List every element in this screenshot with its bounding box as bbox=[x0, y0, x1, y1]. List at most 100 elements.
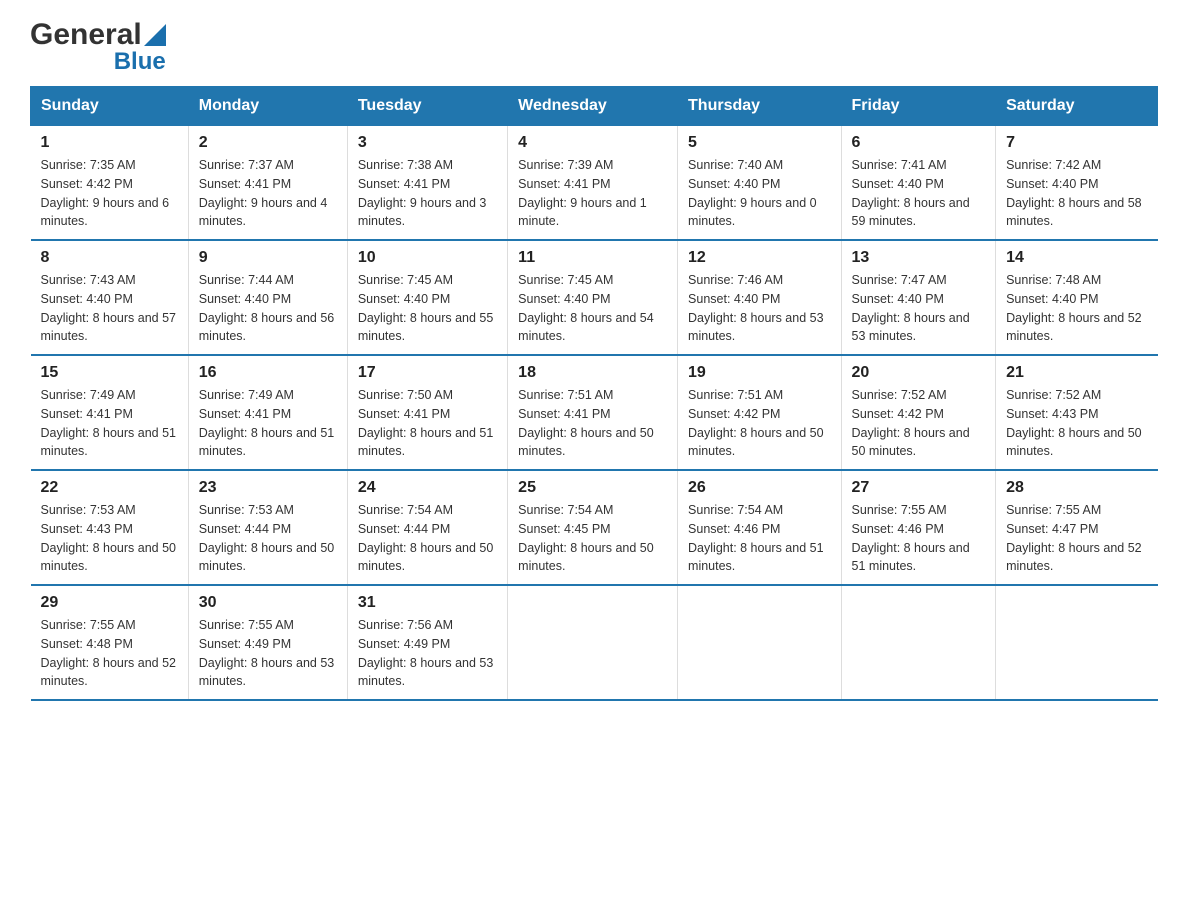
calendar-header-saturday: Saturday bbox=[996, 87, 1158, 126]
day-info: Sunrise: 7:55 AM Sunset: 4:48 PM Dayligh… bbox=[41, 618, 177, 688]
day-number: 25 bbox=[518, 479, 667, 497]
day-number: 10 bbox=[358, 249, 497, 267]
calendar-cell: 21 Sunrise: 7:52 AM Sunset: 4:43 PM Dayl… bbox=[996, 355, 1158, 470]
calendar-cell: 30 Sunrise: 7:55 AM Sunset: 4:49 PM Dayl… bbox=[188, 585, 347, 700]
calendar-cell: 6 Sunrise: 7:41 AM Sunset: 4:40 PM Dayli… bbox=[841, 126, 996, 241]
calendar-cell: 2 Sunrise: 7:37 AM Sunset: 4:41 PM Dayli… bbox=[188, 126, 347, 241]
day-info: Sunrise: 7:37 AM Sunset: 4:41 PM Dayligh… bbox=[199, 158, 328, 228]
calendar-cell: 4 Sunrise: 7:39 AM Sunset: 4:41 PM Dayli… bbox=[508, 126, 678, 241]
calendar-header-friday: Friday bbox=[841, 87, 996, 126]
day-number: 15 bbox=[41, 364, 178, 382]
calendar-header-row: SundayMondayTuesdayWednesdayThursdayFrid… bbox=[31, 87, 1158, 126]
day-number: 16 bbox=[199, 364, 337, 382]
calendar-cell: 16 Sunrise: 7:49 AM Sunset: 4:41 PM Dayl… bbox=[188, 355, 347, 470]
day-info: Sunrise: 7:45 AM Sunset: 4:40 PM Dayligh… bbox=[518, 273, 654, 343]
day-info: Sunrise: 7:43 AM Sunset: 4:40 PM Dayligh… bbox=[41, 273, 177, 343]
calendar-cell: 28 Sunrise: 7:55 AM Sunset: 4:47 PM Dayl… bbox=[996, 470, 1158, 585]
day-number: 31 bbox=[358, 594, 497, 612]
calendar-week-row: 1 Sunrise: 7:35 AM Sunset: 4:42 PM Dayli… bbox=[31, 126, 1158, 241]
calendar-cell bbox=[508, 585, 678, 700]
calendar-cell bbox=[678, 585, 842, 700]
day-number: 30 bbox=[199, 594, 337, 612]
calendar-week-row: 22 Sunrise: 7:53 AM Sunset: 4:43 PM Dayl… bbox=[31, 470, 1158, 585]
calendar-cell: 1 Sunrise: 7:35 AM Sunset: 4:42 PM Dayli… bbox=[31, 126, 189, 241]
day-info: Sunrise: 7:46 AM Sunset: 4:40 PM Dayligh… bbox=[688, 273, 824, 343]
calendar-cell: 8 Sunrise: 7:43 AM Sunset: 4:40 PM Dayli… bbox=[31, 240, 189, 355]
calendar-cell: 29 Sunrise: 7:55 AM Sunset: 4:48 PM Dayl… bbox=[31, 585, 189, 700]
calendar-cell: 3 Sunrise: 7:38 AM Sunset: 4:41 PM Dayli… bbox=[347, 126, 507, 241]
calendar-cell: 22 Sunrise: 7:53 AM Sunset: 4:43 PM Dayl… bbox=[31, 470, 189, 585]
day-number: 21 bbox=[1006, 364, 1147, 382]
day-number: 20 bbox=[852, 364, 986, 382]
day-info: Sunrise: 7:54 AM Sunset: 4:45 PM Dayligh… bbox=[518, 503, 654, 573]
day-info: Sunrise: 7:40 AM Sunset: 4:40 PM Dayligh… bbox=[688, 158, 817, 228]
day-info: Sunrise: 7:52 AM Sunset: 4:43 PM Dayligh… bbox=[1006, 388, 1142, 458]
day-number: 19 bbox=[688, 364, 831, 382]
calendar-cell: 15 Sunrise: 7:49 AM Sunset: 4:41 PM Dayl… bbox=[31, 355, 189, 470]
day-info: Sunrise: 7:48 AM Sunset: 4:40 PM Dayligh… bbox=[1006, 273, 1142, 343]
day-number: 28 bbox=[1006, 479, 1147, 497]
calendar-cell: 24 Sunrise: 7:54 AM Sunset: 4:44 PM Dayl… bbox=[347, 470, 507, 585]
day-number: 7 bbox=[1006, 134, 1147, 152]
day-info: Sunrise: 7:54 AM Sunset: 4:44 PM Dayligh… bbox=[358, 503, 494, 573]
calendar-header-tuesday: Tuesday bbox=[347, 87, 507, 126]
calendar-header-monday: Monday bbox=[188, 87, 347, 126]
day-info: Sunrise: 7:49 AM Sunset: 4:41 PM Dayligh… bbox=[41, 388, 177, 458]
day-number: 29 bbox=[41, 594, 178, 612]
day-info: Sunrise: 7:54 AM Sunset: 4:46 PM Dayligh… bbox=[688, 503, 824, 573]
calendar-cell: 26 Sunrise: 7:54 AM Sunset: 4:46 PM Dayl… bbox=[678, 470, 842, 585]
day-info: Sunrise: 7:47 AM Sunset: 4:40 PM Dayligh… bbox=[852, 273, 970, 343]
day-number: 8 bbox=[41, 249, 178, 267]
calendar-cell: 13 Sunrise: 7:47 AM Sunset: 4:40 PM Dayl… bbox=[841, 240, 996, 355]
day-info: Sunrise: 7:41 AM Sunset: 4:40 PM Dayligh… bbox=[852, 158, 970, 228]
day-number: 18 bbox=[518, 364, 667, 382]
day-number: 14 bbox=[1006, 249, 1147, 267]
calendar-week-row: 8 Sunrise: 7:43 AM Sunset: 4:40 PM Dayli… bbox=[31, 240, 1158, 355]
day-number: 1 bbox=[41, 134, 178, 152]
day-info: Sunrise: 7:49 AM Sunset: 4:41 PM Dayligh… bbox=[199, 388, 335, 458]
calendar-cell: 20 Sunrise: 7:52 AM Sunset: 4:42 PM Dayl… bbox=[841, 355, 996, 470]
day-number: 27 bbox=[852, 479, 986, 497]
calendar-cell: 18 Sunrise: 7:51 AM Sunset: 4:41 PM Dayl… bbox=[508, 355, 678, 470]
day-number: 11 bbox=[518, 249, 667, 267]
day-info: Sunrise: 7:51 AM Sunset: 4:42 PM Dayligh… bbox=[688, 388, 824, 458]
calendar-cell: 14 Sunrise: 7:48 AM Sunset: 4:40 PM Dayl… bbox=[996, 240, 1158, 355]
day-number: 4 bbox=[518, 134, 667, 152]
calendar-cell: 12 Sunrise: 7:46 AM Sunset: 4:40 PM Dayl… bbox=[678, 240, 842, 355]
calendar-cell: 5 Sunrise: 7:40 AM Sunset: 4:40 PM Dayli… bbox=[678, 126, 842, 241]
day-info: Sunrise: 7:44 AM Sunset: 4:40 PM Dayligh… bbox=[199, 273, 335, 343]
logo-inner: General Blue bbox=[30, 20, 166, 76]
calendar-table: SundayMondayTuesdayWednesdayThursdayFrid… bbox=[30, 86, 1158, 701]
day-info: Sunrise: 7:56 AM Sunset: 4:49 PM Dayligh… bbox=[358, 618, 494, 688]
day-number: 26 bbox=[688, 479, 831, 497]
day-info: Sunrise: 7:52 AM Sunset: 4:42 PM Dayligh… bbox=[852, 388, 970, 458]
day-number: 23 bbox=[199, 479, 337, 497]
calendar-header-thursday: Thursday bbox=[678, 87, 842, 126]
calendar-cell: 10 Sunrise: 7:45 AM Sunset: 4:40 PM Dayl… bbox=[347, 240, 507, 355]
calendar-cell bbox=[996, 585, 1158, 700]
calendar-cell: 27 Sunrise: 7:55 AM Sunset: 4:46 PM Dayl… bbox=[841, 470, 996, 585]
logo-general-text: General bbox=[30, 20, 142, 50]
day-info: Sunrise: 7:55 AM Sunset: 4:49 PM Dayligh… bbox=[199, 618, 335, 688]
day-info: Sunrise: 7:55 AM Sunset: 4:47 PM Dayligh… bbox=[1006, 503, 1142, 573]
day-info: Sunrise: 7:45 AM Sunset: 4:40 PM Dayligh… bbox=[358, 273, 494, 343]
day-number: 2 bbox=[199, 134, 337, 152]
calendar-cell: 25 Sunrise: 7:54 AM Sunset: 4:45 PM Dayl… bbox=[508, 470, 678, 585]
calendar-cell: 17 Sunrise: 7:50 AM Sunset: 4:41 PM Dayl… bbox=[347, 355, 507, 470]
logo-arrow-icon bbox=[144, 24, 166, 46]
day-number: 24 bbox=[358, 479, 497, 497]
day-info: Sunrise: 7:39 AM Sunset: 4:41 PM Dayligh… bbox=[518, 158, 647, 228]
day-info: Sunrise: 7:50 AM Sunset: 4:41 PM Dayligh… bbox=[358, 388, 494, 458]
logo-blue-text: Blue bbox=[114, 48, 166, 75]
calendar-week-row: 15 Sunrise: 7:49 AM Sunset: 4:41 PM Dayl… bbox=[31, 355, 1158, 470]
day-info: Sunrise: 7:42 AM Sunset: 4:40 PM Dayligh… bbox=[1006, 158, 1142, 228]
day-number: 6 bbox=[852, 134, 986, 152]
logo: General Blue bbox=[30, 20, 166, 76]
calendar-cell bbox=[841, 585, 996, 700]
day-number: 9 bbox=[199, 249, 337, 267]
calendar-cell: 7 Sunrise: 7:42 AM Sunset: 4:40 PM Dayli… bbox=[996, 126, 1158, 241]
calendar-week-row: 29 Sunrise: 7:55 AM Sunset: 4:48 PM Dayl… bbox=[31, 585, 1158, 700]
day-number: 22 bbox=[41, 479, 178, 497]
page-header: General Blue bbox=[30, 20, 1158, 76]
day-number: 3 bbox=[358, 134, 497, 152]
